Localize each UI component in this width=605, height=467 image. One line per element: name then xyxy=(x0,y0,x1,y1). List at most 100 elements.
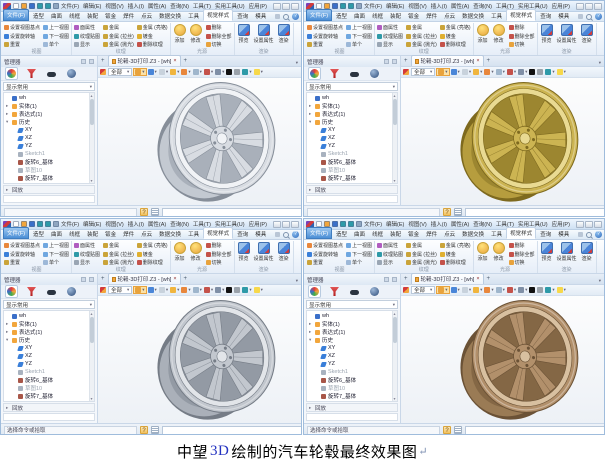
ribbon-button[interactable]: 金属 (亮铬) xyxy=(137,242,168,249)
twist-icon[interactable]: ▾ xyxy=(6,337,10,343)
da-icon-group[interactable]: ▾ xyxy=(148,287,157,293)
manager-tab[interactable] xyxy=(348,68,361,79)
tree-item[interactable]: YZ xyxy=(315,360,391,368)
ribbon-tab[interactable]: 查询 xyxy=(537,229,554,239)
tab-scroll-button[interactable]: + xyxy=(101,57,105,66)
ribbon-button[interactable]: 设置视图基点 xyxy=(4,24,40,31)
ribbon-tab[interactable]: 视觉样式 xyxy=(506,9,536,21)
ribbon-button[interactable]: 删除全部 xyxy=(509,33,535,40)
ribbon-button[interactable]: 显示 xyxy=(377,259,403,266)
da-icon-group[interactable]: ▾ xyxy=(159,287,168,293)
tree-item[interactable]: ▾历史 xyxy=(6,118,88,126)
document-tab[interactable]: 轮毂-3D打印.Z3 - [wh] × xyxy=(108,55,181,66)
da-icon-group[interactable]: ▾ xyxy=(170,69,179,75)
da-icon-group[interactable]: ▾ xyxy=(473,287,482,293)
ribbon-button[interactable]: 面属性 xyxy=(377,242,403,249)
ribbon-button[interactable]: 删除全部 xyxy=(206,33,232,40)
scrollbar-thumb[interactable] xyxy=(90,317,94,343)
tree-item[interactable]: XZ xyxy=(315,352,391,360)
search-icon[interactable] xyxy=(283,14,289,20)
tree-item[interactable]: ▸实体(1) xyxy=(6,102,88,110)
scroll-up-icon[interactable]: ▴ xyxy=(392,311,397,316)
history-list-icon[interactable] xyxy=(454,426,462,434)
ribbon-big-button[interactable]: 渲染 xyxy=(580,241,594,267)
tree-item[interactable]: ▸实体(1) xyxy=(6,320,88,328)
maximize-button[interactable] xyxy=(585,221,593,228)
tree-filter-dropdown[interactable]: 显示常用 ▾ xyxy=(306,82,398,91)
ribbon-button[interactable]: 设置旋转轴 xyxy=(307,251,343,258)
da-icon-group[interactable]: ▾ xyxy=(181,287,190,293)
tree-item[interactable]: Sketch1 xyxy=(12,368,88,376)
tree-item[interactable]: 草图10 xyxy=(315,166,391,174)
tree-item[interactable]: 旋转7_基体 xyxy=(315,392,391,400)
maximize-button[interactable] xyxy=(585,3,593,10)
ribbon-tab[interactable]: 文件(F) xyxy=(3,9,29,21)
tree-scrollbar[interactable]: ▴ ▾ xyxy=(89,311,94,401)
ribbon-button[interactable]: 重置 xyxy=(307,259,343,266)
ribbon-tab[interactable]: 工具 xyxy=(185,229,202,239)
wheel-model[interactable] xyxy=(443,79,601,203)
twist-icon[interactable]: ▸ xyxy=(309,321,313,327)
ribbon-big-button[interactable]: 预览 xyxy=(540,23,554,49)
tree-item[interactable]: 圆角8 xyxy=(315,400,391,402)
ribbon-big-button[interactable]: 修改 xyxy=(189,23,203,49)
da-icon-group[interactable]: ▾ xyxy=(507,287,516,293)
twist-icon[interactable]: ▸ xyxy=(309,111,313,117)
ribbon-button[interactable]: 删除 xyxy=(206,24,232,31)
tab-scroll-button[interactable]: + xyxy=(404,275,408,284)
ribbon-tab[interactable]: 模具 xyxy=(252,229,269,239)
ribbon-tab[interactable]: 装配 xyxy=(84,11,101,21)
ribbon-tab[interactable]: 焊件 xyxy=(120,11,137,21)
tree-item[interactable]: 旋转6_基体 xyxy=(315,376,391,384)
search-icon[interactable] xyxy=(586,232,592,238)
tree-item[interactable]: XY xyxy=(12,126,88,134)
panel-float-button[interactable] xyxy=(81,59,86,64)
tree-item[interactable]: Sketch1 xyxy=(12,150,88,158)
tree-item[interactable]: ▸表达式(1) xyxy=(309,328,391,336)
ribbon-tab[interactable]: 查询 xyxy=(537,11,554,21)
da-icon-group[interactable]: ▾ xyxy=(545,69,554,75)
ribbon-tab[interactable]: 曲面 xyxy=(48,11,65,21)
ribbon-tab[interactable]: 点云 xyxy=(138,229,155,239)
tab-scroll-button[interactable]: + xyxy=(404,57,408,66)
ribbon-tab[interactable]: 钣金 xyxy=(405,229,422,239)
command-input[interactable] xyxy=(465,208,605,217)
ribbon-button[interactable]: 设置旋转轴 xyxy=(4,33,40,40)
tab-list-caret-icon[interactable]: ▾ xyxy=(296,278,298,284)
ribbon-button[interactable]: 显示 xyxy=(74,259,100,266)
ribbon-tab[interactable]: 文件(F) xyxy=(3,227,29,239)
pin-ribbon-icon[interactable] xyxy=(275,14,280,19)
scroll-down-icon[interactable]: ▾ xyxy=(89,178,94,183)
tree-item[interactable]: 旋转7_基体 xyxy=(12,174,88,182)
tree-item[interactable]: XZ xyxy=(12,352,88,360)
manager-tab[interactable] xyxy=(65,285,78,298)
ribbon-tab[interactable]: 数据交换 xyxy=(156,229,184,239)
scroll-down-icon[interactable]: ▾ xyxy=(89,396,94,401)
ribbon-button[interactable]: 删除纹理 xyxy=(137,41,168,48)
ribbon-tab[interactable]: 焊件 xyxy=(423,229,440,239)
ribbon-button[interactable]: 单个 xyxy=(43,41,69,48)
ribbon-button[interactable]: 重置 xyxy=(4,41,40,48)
tree-item[interactable]: YZ xyxy=(12,360,88,368)
ribbon-big-button[interactable]: 预览 xyxy=(237,23,251,49)
ribbon-button[interactable]: 上一视图 xyxy=(43,24,69,31)
ribbon-tab[interactable]: 造型 xyxy=(30,11,47,21)
ribbon-button[interactable]: 切换 xyxy=(509,259,535,266)
ribbon-button[interactable]: 纹理贴图 xyxy=(74,33,100,40)
ribbon-button[interactable]: 单个 xyxy=(43,259,69,266)
da-toolbar-icon[interactable] xyxy=(403,69,409,75)
da-icon-group[interactable]: ▾ xyxy=(148,69,157,75)
ribbon-tab[interactable]: 钣金 xyxy=(405,11,422,21)
ribbon-button[interactable]: 面属性 xyxy=(74,24,100,31)
ribbon-button[interactable]: 切换 xyxy=(509,41,535,48)
tree-item[interactable]: YZ xyxy=(315,142,391,150)
da-icon-group[interactable]: ▾ xyxy=(215,287,224,293)
da-icon-group[interactable]: ▾ xyxy=(451,287,460,293)
ribbon-tab[interactable]: 造型 xyxy=(30,229,47,239)
ribbon-tab[interactable]: 焊件 xyxy=(423,11,440,21)
help-icon[interactable]: ? xyxy=(595,13,602,20)
ribbon-tab[interactable]: 装配 xyxy=(84,229,101,239)
ribbon-button[interactable]: 删除全部 xyxy=(509,251,535,258)
ribbon-button[interactable]: 金属 (拉丝) xyxy=(103,33,134,40)
tab-list-caret-icon[interactable]: ▾ xyxy=(599,60,601,66)
